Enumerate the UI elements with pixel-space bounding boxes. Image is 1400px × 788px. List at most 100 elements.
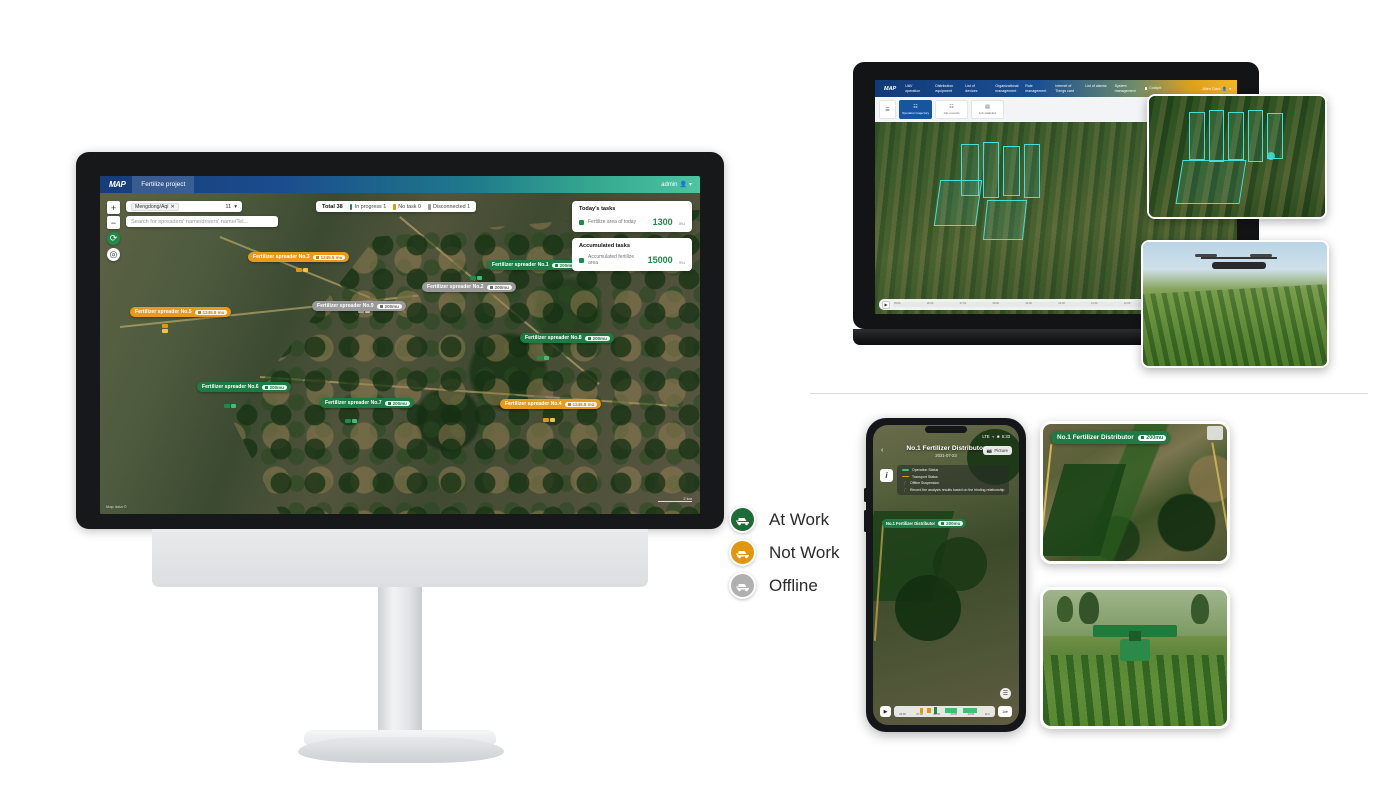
- user-menu[interactable]: admin 👤 ▾: [661, 181, 700, 189]
- volume-down-button[interactable]: [864, 510, 867, 532]
- map-pin-spreader[interactable]: Fertilizer spreader No.4 1245.8 mu: [500, 399, 602, 409]
- timeline-tick: 12:00: [1123, 302, 1131, 305]
- timeline-tick: 06:00: [899, 713, 906, 716]
- today-tasks-unit: mu: [678, 221, 685, 226]
- tablet-nav-item[interactable]: System management: [1111, 84, 1141, 93]
- monitor-stand-base: [298, 737, 504, 763]
- user-avatar-icon: 👤: [679, 182, 687, 188]
- tablet-cockpit-link[interactable]: Cockpit: [1141, 86, 1165, 90]
- zoom-in-button[interactable]: +: [107, 201, 120, 214]
- phone-screen: LTE ▿ ■ 5:33 ‹ No.1 Fertilizer Distribut…: [873, 425, 1019, 725]
- map-pin-spreader[interactable]: Fertilizer spreader No.9 200mu: [312, 301, 406, 311]
- timeline-track[interactable]: 06:00 07:00 08:00 09:00 10:00 11:0: [894, 706, 995, 717]
- desktop-monitor: MAP Fertilize project admin 👤 ▾ + − ⟳ ◎ …: [76, 152, 724, 763]
- map-pin-spreader[interactable]: Fertilizer spreader No.8 200mu: [520, 333, 614, 343]
- tablet-tab[interactable]: ☷ Operation trajectory: [899, 100, 932, 119]
- map-pin-badge: 200mu: [384, 400, 410, 406]
- today-tasks-value: 1300: [652, 217, 673, 227]
- tablet-nav-item[interactable]: List of devices: [961, 84, 991, 93]
- picture-button[interactable]: 📷 Picture: [982, 446, 1012, 455]
- user-name: admin: [661, 181, 678, 188]
- today-tasks-title: Today’s tasks: [579, 206, 616, 212]
- phone-legend-label: Operation Status: [912, 468, 939, 472]
- phone-body: LTE ▿ ■ 5:33 ‹ No.1 Fertilizer Distribut…: [864, 418, 1026, 732]
- list-icon: ☷: [949, 103, 954, 110]
- vehicle-marker[interactable]: [296, 268, 308, 272]
- play-button[interactable]: ▶: [880, 706, 891, 717]
- tablet-nav-items: UAV operation Distribution equipment List …: [901, 84, 1140, 93]
- region-filter[interactable]: Mengdong/Aqi ✕ 11 ▾: [126, 201, 242, 212]
- phone-status-bar: LTE ▿ ■ 5:33: [982, 434, 1010, 439]
- vehicle-marker[interactable]: [345, 419, 357, 423]
- layers-icon[interactable]: ☰: [1000, 688, 1011, 699]
- map-pin-spreader[interactable]: Fertilizer spreader No.2 200mu: [422, 282, 516, 292]
- map-logo: MAP: [109, 180, 126, 189]
- map-logo: MAP: [884, 85, 897, 92]
- vehicle-marker[interactable]: [224, 404, 236, 408]
- zoom-out-button[interactable]: −: [107, 216, 120, 229]
- info-icon[interactable]: i: [880, 469, 893, 482]
- phone-map-pin[interactable]: No.1 Fertilizer Distributor 200mu: [882, 519, 967, 528]
- search-input[interactable]: Search for spreaders' name/drivers' name…: [126, 216, 278, 227]
- square-icon: [1144, 87, 1148, 90]
- map-pin-spreader[interactable]: Fertilizer spreader No.5 1245.8 mu: [130, 307, 232, 317]
- legend-item: At Work: [729, 503, 840, 536]
- chart-icon: ▤: [985, 103, 990, 110]
- map-pin-label: Fertilizer spreader No.3: [253, 254, 310, 260]
- timeline-ticks: 06:00 07:00 08:00 09:00 10:00 11:0: [894, 706, 995, 717]
- region-tag[interactable]: Mengdong/Aqi ✕: [131, 202, 179, 211]
- play-button[interactable]: ▶: [882, 300, 890, 309]
- compass-icon[interactable]: ◎: [107, 248, 120, 261]
- map-pin-spreader[interactable]: Fertilizer spreader No.3 1245.5 mu: [248, 252, 350, 262]
- vehicle-marker[interactable]: [470, 276, 482, 280]
- tablet-nav-item[interactable]: Internet of Things card: [1051, 84, 1081, 93]
- tablet-nav-item[interactable]: List of alarms: [1081, 84, 1110, 93]
- phone-legend-item: Transport Status: [902, 475, 1004, 479]
- map-pin-spreader[interactable]: Fertilizer spreader No.1 200mu: [487, 260, 581, 270]
- timeline-tick: 07:00: [916, 713, 923, 716]
- tablet-nav-item[interactable]: Organizational management: [991, 84, 1021, 93]
- tablet-nav-item[interactable]: UAV operation: [901, 84, 931, 93]
- map-pin-spreader[interactable]: Fertilizer spreader No.6 200mu: [197, 382, 291, 392]
- locate-icon[interactable]: ⟳: [107, 232, 120, 245]
- phone-legend-item: ⋮ Offline Suspension: [902, 481, 1004, 485]
- timeline-tick: 10:00: [1058, 302, 1065, 305]
- legend-item: Not Work: [729, 536, 840, 569]
- map-scale: 2 km: [658, 496, 692, 502]
- today-tasks-label: Fertilize area of today: [588, 219, 637, 225]
- card-map-pin[interactable]: No.1 Fertilizer Distributor 200mu: [1051, 431, 1171, 444]
- map-pin-label: Fertilizer spreader No.7: [325, 400, 382, 406]
- close-icon[interactable]: ✕: [170, 204, 174, 210]
- vehicle-marker[interactable]: [543, 418, 555, 422]
- fleet-status-bar: Total 38 In progress 1 No task 0 Disconn…: [316, 201, 477, 212]
- playback-speed-button[interactable]: 1x ▾: [998, 706, 1012, 717]
- project-tab[interactable]: Fertilize project: [132, 176, 195, 193]
- timeline-tick: 09:00: [1025, 302, 1032, 305]
- map-pin-spreader[interactable]: Fertilizer spreader No.7 200mu: [320, 398, 414, 408]
- timeline-tick: 11:0: [984, 713, 990, 716]
- chevron-down-icon: ▾: [688, 182, 692, 188]
- chevron-down-icon[interactable]: ▾: [234, 204, 237, 210]
- tablet-tab[interactable]: ☷ Job records: [935, 100, 968, 119]
- map-pin-label: Fertilizer spreader No.4: [505, 401, 562, 407]
- map-pin-badge: 200mu: [376, 303, 402, 309]
- tablet-user-menu[interactable]: Allen Gard 👤 ▾: [1202, 86, 1237, 92]
- wifi-icon: ▿: [992, 434, 995, 439]
- phone-pin-badge: 200mu: [938, 521, 964, 526]
- tablet-nav-item[interactable]: Rule management: [1021, 84, 1051, 93]
- tablet-tabs: ☷ Operation trajectory ☷ Job records ▤ Job st…: [899, 100, 1004, 119]
- collapse-sidebar-button[interactable]: ☰: [879, 100, 896, 119]
- volume-up-button[interactable]: [864, 488, 867, 502]
- spreader-icon: [729, 539, 756, 566]
- legend-line-icon: [902, 475, 909, 478]
- crop-rows: [1043, 655, 1227, 726]
- tablet-tab[interactable]: ▤ Job statistics: [971, 100, 1004, 119]
- field-photo: No.1 Fertilizer Distributor 200mu: [1043, 424, 1227, 561]
- route-icon: ☷: [913, 103, 918, 110]
- tablet-device: MAP UAV operation Distribution equipment L…: [853, 62, 1329, 368]
- tablet-nav-item[interactable]: Distribution equipment: [931, 84, 961, 93]
- vehicle-marker[interactable]: [537, 356, 549, 360]
- vehicle-marker[interactable]: [162, 324, 168, 333]
- phone-playback-bar[interactable]: ▶ 06:00 07:00 08:00 09:00 10:00 11:0 1x ▾: [880, 706, 1012, 717]
- tablet-tab-label: Operation trajectory: [901, 110, 930, 115]
